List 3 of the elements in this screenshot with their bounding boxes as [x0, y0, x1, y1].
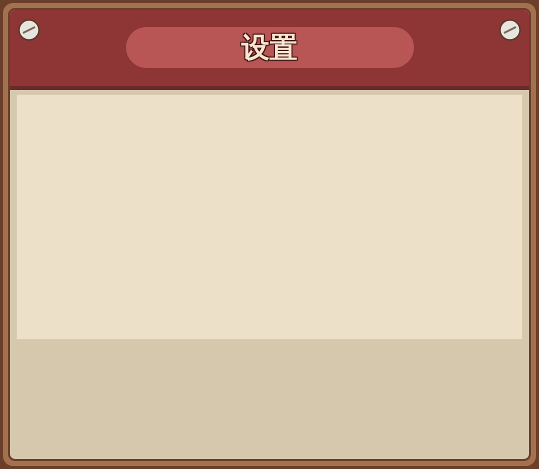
window-title: 设置: [126, 27, 414, 68]
screw-icon: [18, 19, 40, 41]
screw-icon: [499, 19, 521, 41]
